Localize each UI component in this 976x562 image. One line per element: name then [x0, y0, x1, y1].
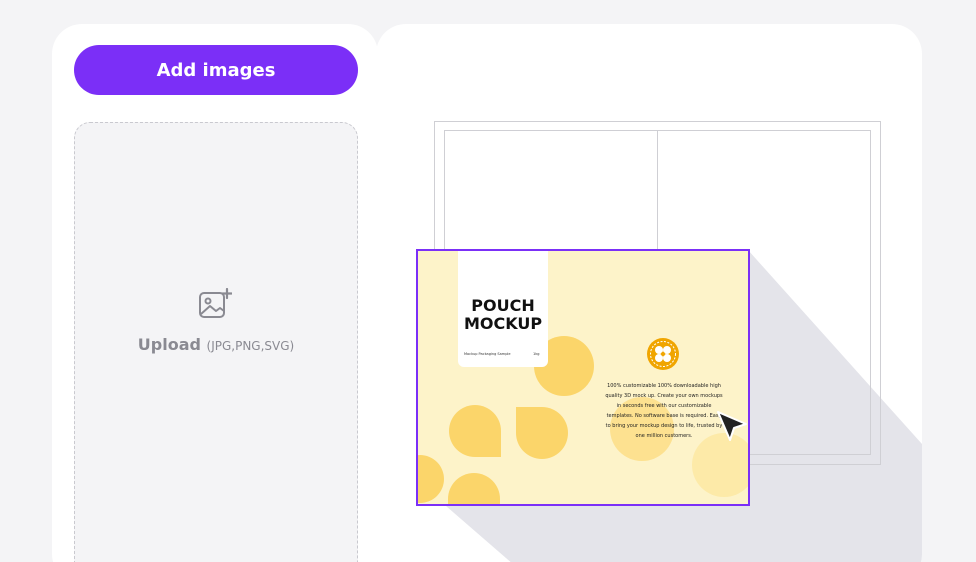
- upload-text: Upload (JPG,PNG,SVG): [74, 335, 358, 354]
- add-images-button[interactable]: Add images: [74, 45, 358, 95]
- brand-emblem-icon: [647, 338, 679, 370]
- upload-formats: (JPG,PNG,SVG): [206, 339, 295, 353]
- pouch-title: POUCH MOCKUP: [458, 297, 548, 333]
- pouch-title-line2: MOCKUP: [463, 314, 543, 333]
- pouch-mockup-image[interactable]: POUCH MOCKUP Mockup Packaging Sample 1kg…: [416, 249, 750, 506]
- cursor-arrow-icon: [717, 411, 747, 441]
- label-weight-text: 1kg: [533, 352, 540, 356]
- image-add-icon: [199, 288, 232, 318]
- upload-label: Upload: [137, 335, 201, 354]
- label-small-text: Mockup Packaging Sample: [464, 352, 511, 356]
- mockup-description: 100% customizable 100% downloadable high…: [605, 383, 723, 439]
- pouch-title-line1: POUCH: [471, 296, 535, 315]
